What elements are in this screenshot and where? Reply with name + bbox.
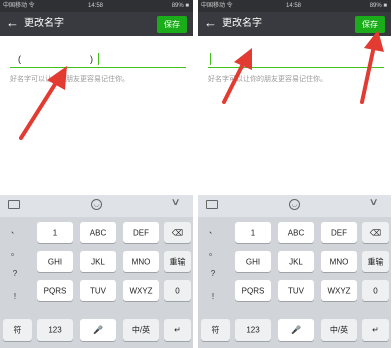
text-cursor	[98, 53, 99, 65]
key-tuv[interactable]: TUV	[278, 280, 314, 301]
number-key[interactable]: 123	[37, 319, 73, 341]
back-arrow-icon[interactable]: ←	[204, 15, 217, 31]
status-bar: 中国移动 令 14:58 89% ■	[0, 0, 193, 12]
symbol-key[interactable]: 符	[3, 319, 32, 341]
save-button[interactable]: 保存	[157, 16, 187, 33]
key-pqrs[interactable]: PQRS	[235, 280, 271, 301]
number-key[interactable]: 123	[235, 319, 271, 341]
page-title: 更改名字	[24, 18, 64, 29]
reset-key[interactable]: 重输	[164, 251, 191, 272]
punct-key[interactable]: 、	[198, 225, 228, 236]
backspace-key[interactable]: ⌫	[164, 222, 191, 243]
key-jkl[interactable]: JKL	[80, 251, 116, 272]
keyboard-toolbar: ◡ ∨	[198, 195, 391, 217]
backspace-key[interactable]: ⌫	[362, 222, 389, 243]
enter-key[interactable]: ↵	[164, 319, 191, 341]
red-arrow-icon	[19, 66, 67, 140]
emoji-icon[interactable]: ◡	[289, 199, 300, 210]
enter-key[interactable]: ↵	[362, 319, 389, 341]
symbol-key[interactable]: 符	[201, 319, 230, 341]
clock: 14:58	[88, 3, 104, 9]
red-arrow-icon	[222, 48, 252, 104]
punct-key[interactable]: 。	[0, 247, 30, 258]
name-value-close: )	[90, 54, 93, 64]
key-1[interactable]: 1	[235, 222, 271, 243]
keyboard-toolbar: ◡ ∨	[0, 195, 193, 217]
keyboard-switch-icon[interactable]	[206, 200, 218, 209]
key-mno[interactable]: MNO	[123, 251, 159, 272]
screenshot-after: 中国移动 令 14:58 89% ■ ← 更改名字 保存 好名字可以让你的朋友更…	[198, 0, 391, 348]
pinyin-keyboard: ◡ ∨ 、 。 ? ! 1 ABC DEF ⌫ GHI JKL MNO 重输 P…	[0, 195, 193, 348]
back-arrow-icon[interactable]: ←	[6, 15, 19, 31]
key-ghi[interactable]: GHI	[235, 251, 271, 272]
carrier-label: 中国移动 令	[3, 3, 35, 9]
clock: 14:58	[286, 3, 302, 9]
key-mno[interactable]: MNO	[321, 251, 357, 272]
lang-switch-key[interactable]: 中/英	[321, 319, 357, 341]
punct-key[interactable]: !	[198, 292, 228, 301]
emoji-icon[interactable]: ◡	[91, 199, 102, 210]
key-pqrs[interactable]: PQRS	[37, 280, 73, 301]
punct-key[interactable]: !	[0, 292, 30, 301]
nav-bar: ← 更改名字 保存	[0, 12, 193, 36]
key-0[interactable]: 0	[362, 280, 389, 301]
punct-key[interactable]: 。	[198, 247, 228, 258]
page-title: 更改名字	[222, 18, 262, 29]
keyboard-switch-icon[interactable]	[8, 200, 20, 209]
microphone-icon: 🎤	[291, 325, 301, 335]
carrier-label: 中国移动 令	[201, 3, 233, 9]
key-tuv[interactable]: TUV	[80, 280, 116, 301]
microphone-key[interactable]: 🎤	[80, 319, 116, 341]
text-cursor	[210, 53, 211, 65]
key-def[interactable]: DEF	[321, 222, 357, 243]
key-abc[interactable]: ABC	[80, 222, 116, 243]
key-abc[interactable]: ABC	[278, 222, 314, 243]
key-0[interactable]: 0	[164, 280, 191, 301]
red-arrow-icon	[360, 30, 384, 104]
key-def[interactable]: DEF	[123, 222, 159, 243]
lang-switch-key[interactable]: 中/英	[123, 319, 159, 341]
key-1[interactable]: 1	[37, 222, 73, 243]
microphone-key[interactable]: 🎤	[278, 319, 314, 341]
key-wxyz[interactable]: WXYZ	[123, 280, 159, 301]
key-ghi[interactable]: GHI	[37, 251, 73, 272]
pinyin-keyboard: ◡ ∨ 、 。 ? ! 1 ABC DEF ⌫ GHI JKL MNO 重输 P…	[198, 195, 391, 348]
punct-key[interactable]: 、	[0, 225, 30, 236]
chevron-down-icon[interactable]: ∨	[171, 197, 181, 208]
status-bar: 中国移动 令 14:58 89% ■	[198, 0, 391, 12]
microphone-icon: 🎤	[93, 325, 103, 335]
chevron-down-icon[interactable]: ∨	[369, 197, 379, 208]
key-jkl[interactable]: JKL	[278, 251, 314, 272]
battery-indicator: 89% ■	[171, 3, 189, 9]
reset-key[interactable]: 重输	[362, 251, 389, 272]
battery-indicator: 89% ■	[369, 3, 387, 9]
name-value-open: (	[18, 54, 21, 64]
punct-key[interactable]: ?	[0, 269, 30, 278]
key-wxyz[interactable]: WXYZ	[321, 280, 357, 301]
screenshot-before: 中国移动 令 14:58 89% ■ ← 更改名字 保存 ( ) 好名字可以让你…	[0, 0, 193, 348]
punct-key[interactable]: ?	[198, 269, 228, 278]
